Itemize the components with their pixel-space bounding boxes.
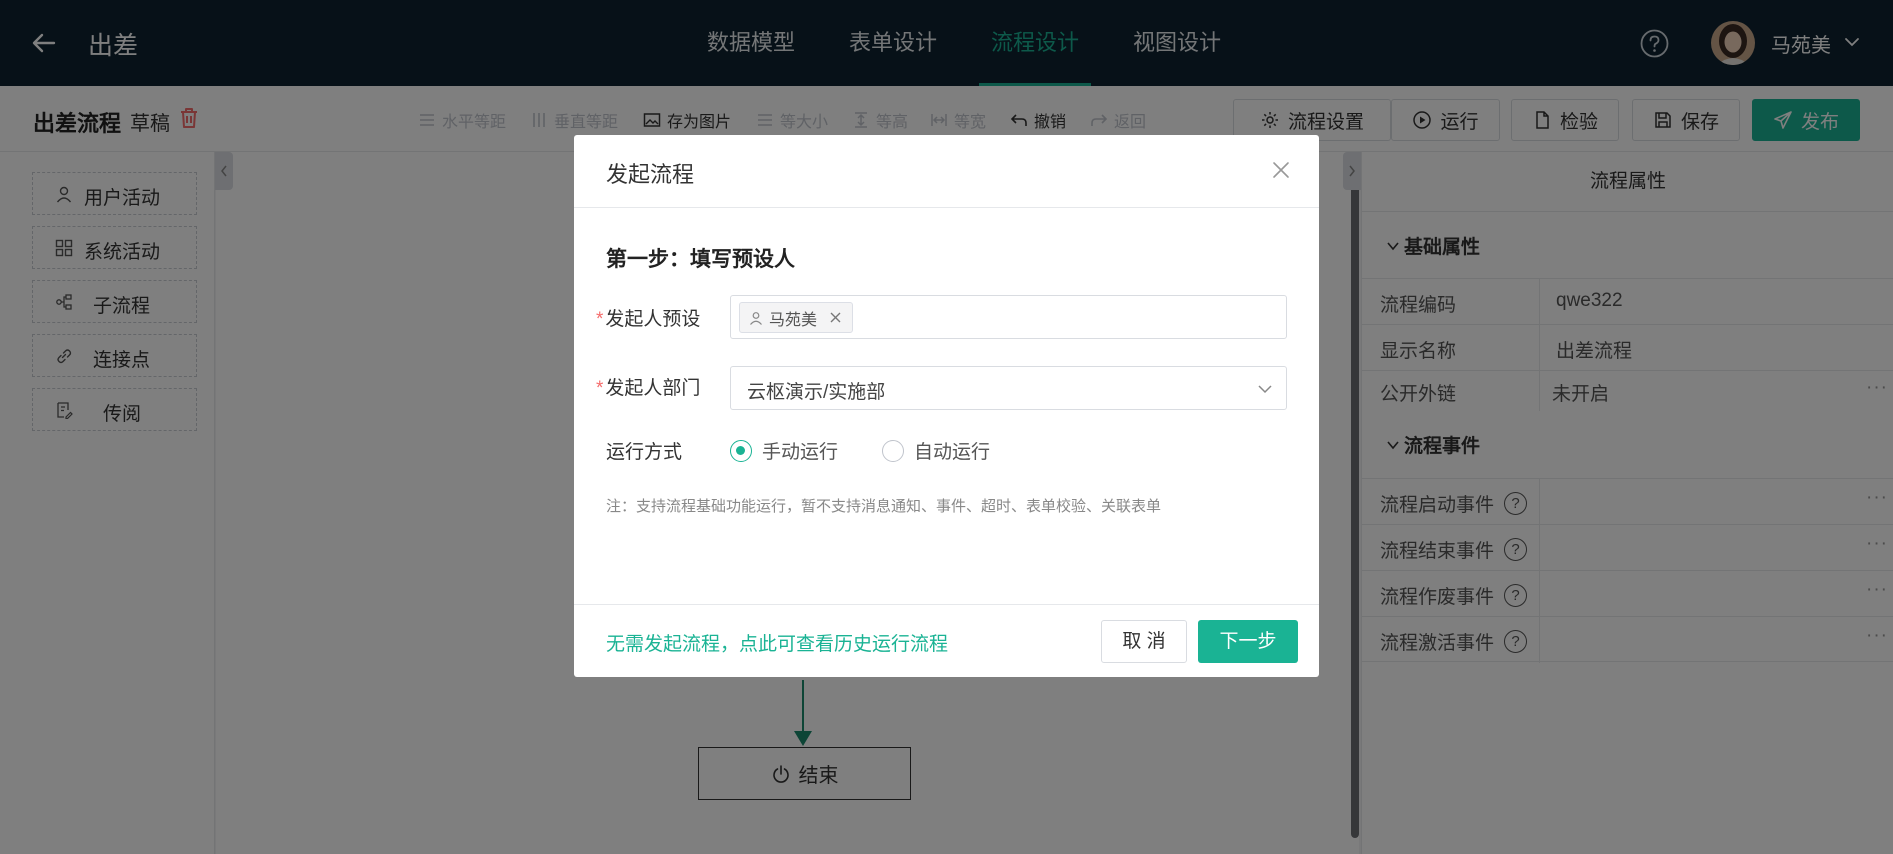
radio-auto-run[interactable]: 自动运行 [882, 437, 990, 464]
radio-dot [730, 439, 752, 462]
dialog-footer: 无需发起流程，点此可查看历史运行流程 取 消 下一步 [574, 604, 1319, 677]
dialog-title: 发起流程 [606, 162, 695, 187]
radio-manual-run[interactable]: 手动运行 [730, 437, 838, 464]
department-label: * 发起人部门 [596, 373, 700, 400]
required-mark: * [596, 378, 604, 399]
department-select[interactable]: 云枢演示/实施部 [730, 366, 1287, 410]
department-label-text: 发起人部门 [605, 378, 701, 399]
step-title: 第一步：填写预设人 [606, 248, 795, 271]
initiator-picker[interactable]: 马苑美 [730, 295, 1287, 339]
start-flow-dialog: 发起流程 第一步：填写预设人 * 发起人预设 马苑美 * 发起人部门 云枢演示/实施… [574, 135, 1319, 677]
close-icon[interactable] [1271, 160, 1291, 180]
initiator-label: * 发起人预设 [596, 304, 700, 331]
next-step-button[interactable]: 下一步 [1198, 620, 1298, 663]
department-value: 云枢演示/实施部 [747, 382, 886, 403]
dialog-header: 发起流程 [574, 135, 1319, 208]
radio-auto-label: 自动运行 [914, 442, 991, 463]
run-note: 注：支持流程基础功能运行，暂不支持消息通知、事件、超时、表单校验、关联表单 [606, 498, 1162, 515]
initiator-tag: 马苑美 [739, 302, 854, 333]
cancel-button[interactable]: 取 消 [1101, 620, 1187, 663]
user-icon [750, 311, 762, 325]
required-mark: * [596, 309, 604, 330]
radio-dot [882, 439, 904, 462]
initiator-tag-label: 马苑美 [769, 311, 818, 329]
history-runs-link[interactable]: 无需发起流程，点此可查看历史运行流程 [606, 629, 948, 656]
tag-remove-icon[interactable] [829, 311, 842, 324]
radio-manual-label: 手动运行 [762, 442, 839, 463]
run-mode-label: 运行方式 [606, 442, 683, 463]
initiator-label-text: 发起人预设 [605, 309, 701, 330]
chevron-down-icon [1258, 385, 1272, 394]
